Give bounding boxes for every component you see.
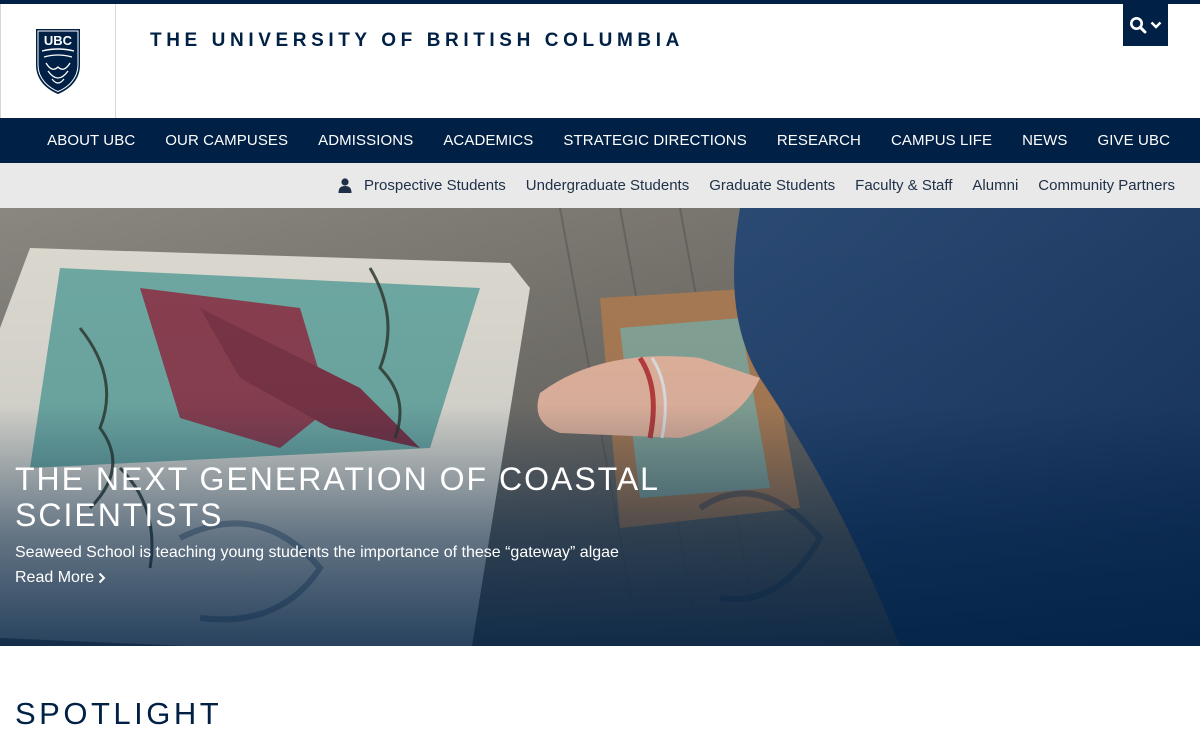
nav-item-strategic-directions[interactable]: STRATEGIC DIRECTIONS (563, 132, 746, 149)
nav-item-admissions[interactable]: ADMISSIONS (318, 132, 413, 149)
hero-subtitle: Seaweed School is teaching young student… (15, 544, 619, 561)
nav-item-research[interactable]: RESEARCH (777, 132, 861, 149)
nav-item-campus-life[interactable]: CAMPUS LIFE (891, 132, 992, 149)
audience-link-community-partners[interactable]: Community Partners (1038, 177, 1175, 194)
audience-navigation: Prospective Students Undergraduate Stude… (0, 163, 1200, 208)
hero-banner[interactable]: THE NEXT GENERATION OF COASTAL SCIENTIST… (0, 208, 1200, 646)
chevron-down-icon (1150, 21, 1162, 29)
nav-item-academics[interactable]: ACADEMICS (443, 132, 533, 149)
spotlight-heading: SPOTLIGHT (15, 696, 223, 731)
audience-link-faculty-staff[interactable]: Faculty & Staff (855, 177, 952, 194)
read-more-link[interactable]: Read More (15, 569, 106, 587)
nav-item-give-ubc[interactable]: GIVE UBC (1098, 132, 1170, 149)
ubc-logo[interactable]: UBC (0, 4, 116, 118)
ubc-crest-icon: UBC (36, 29, 80, 94)
search-button[interactable] (1123, 4, 1168, 46)
nav-item-our-campuses[interactable]: OUR CAMPUSES (165, 132, 288, 149)
site-header: UBC THE UNIVERSITY OF BRITISH COLUMBIA (0, 4, 1200, 118)
nav-item-about-ubc[interactable]: ABOUT UBC (47, 132, 135, 149)
hero-title[interactable]: THE NEXT GENERATION OF COASTAL SCIENTIST… (15, 461, 695, 533)
main-navigation: ABOUT UBC OUR CAMPUSES ADMISSIONS ACADEM… (0, 118, 1200, 163)
nav-item-news[interactable]: NEWS (1022, 132, 1067, 149)
person-icon (338, 178, 352, 193)
search-icon (1130, 17, 1147, 34)
audience-link-alumni[interactable]: Alumni (972, 177, 1018, 194)
audience-link-graduate-students[interactable]: Graduate Students (709, 177, 835, 194)
hero-gradient-overlay (0, 208, 1200, 646)
audience-link-prospective-students[interactable]: Prospective Students (364, 177, 506, 194)
logo-text: UBC (44, 33, 73, 48)
audience-link-undergraduate-students[interactable]: Undergraduate Students (526, 177, 689, 194)
university-wordmark[interactable]: THE UNIVERSITY OF BRITISH COLUMBIA (150, 30, 684, 52)
chevron-right-icon (98, 572, 106, 584)
read-more-label: Read More (15, 569, 95, 586)
